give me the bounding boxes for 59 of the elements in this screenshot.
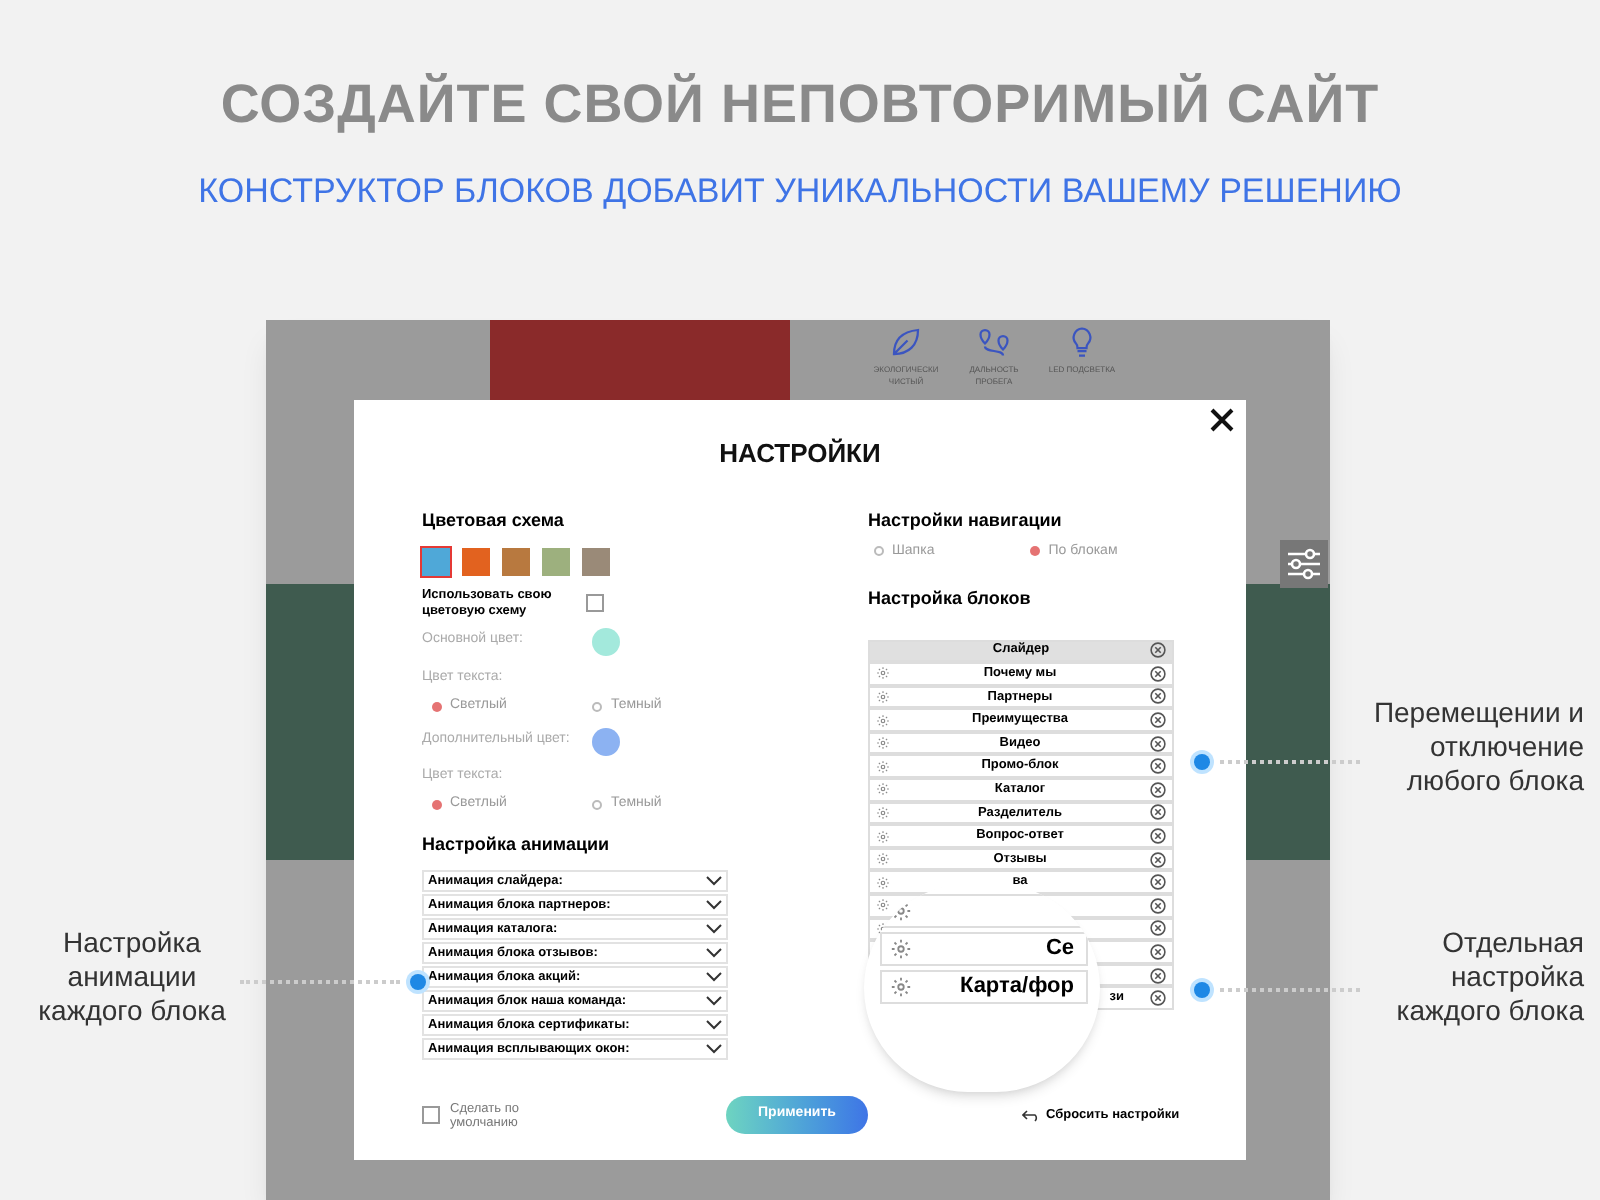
settings-sliders-icon[interactable]: [1280, 540, 1328, 588]
callout-text: Перемещении и отключение любого блока: [1371, 696, 1584, 798]
gear-icon[interactable]: [890, 937, 912, 959]
gear-icon[interactable]: [876, 736, 890, 751]
close-icon[interactable]: [1150, 920, 1166, 937]
section-heading: Настройка блоков: [868, 586, 1033, 612]
color-swatch[interactable]: [582, 547, 610, 575]
close-icon[interactable]: [1150, 735, 1166, 752]
block-row[interactable]: Карта/фор: [880, 969, 1088, 1003]
color-swatch[interactable]: [502, 547, 530, 575]
close-icon[interactable]: [1149, 758, 1166, 775]
block-label: Карта/фор: [959, 973, 1074, 999]
callout-text: Отдельная настройка каждого блока: [1394, 926, 1584, 1028]
leader-line: [1220, 988, 1360, 992]
subheadline: КОНСТРУКТОР БЛОКОВ ДОБАВИТ УНИКАЛЬНОСТИ ВАШЕМУ РЕШЕНИЮ: [198, 169, 1402, 213]
close-icon[interactable]: [1149, 851, 1166, 868]
close-icon[interactable]: [1149, 688, 1166, 705]
close-icon[interactable]: [1149, 665, 1166, 682]
section-heading: Цветовая схема: [422, 508, 566, 534]
gear-icon[interactable]: [876, 689, 890, 704]
undo-icon: [1022, 1109, 1040, 1121]
gear-icon[interactable]: [876, 666, 890, 681]
section-heading: Настройка анимации: [422, 831, 612, 858]
gear-icon[interactable]: [876, 875, 890, 890]
block-row[interactable]: Се: [880, 931, 1088, 965]
close-icon[interactable]: [1150, 874, 1166, 891]
close-icon[interactable]: [1150, 897, 1166, 914]
close-icon[interactable]: [1150, 712, 1166, 729]
gear-icon[interactable]: [876, 898, 890, 913]
gear-icon[interactable]: [876, 713, 890, 728]
close-icon[interactable]: [1150, 781, 1166, 798]
gear-icon[interactable]: [876, 782, 890, 797]
gear-icon[interactable]: [890, 975, 912, 997]
gear-icon[interactable]: [876, 759, 890, 774]
close-icon[interactable]: [1150, 642, 1166, 659]
block-label: Се: [1045, 935, 1074, 961]
close-icon[interactable]: [1150, 990, 1166, 1007]
close-icon[interactable]: [1150, 804, 1166, 821]
close-icon: [1210, 408, 1234, 432]
gear-icon[interactable]: [876, 805, 890, 820]
checkbox[interactable]: [422, 1106, 440, 1124]
callout-text: Настройка анимации каждого блока: [36, 926, 228, 1028]
color-swatch[interactable]: [422, 547, 450, 575]
gear-icon[interactable]: [890, 899, 912, 921]
section-heading: Настройки навигации: [868, 508, 1064, 534]
gear-icon[interactable]: [876, 852, 890, 867]
close-button[interactable]: [1210, 408, 1234, 432]
route-icon: [976, 324, 1012, 360]
leaf-icon: [888, 324, 924, 360]
leader-line: [1220, 760, 1360, 764]
checkbox[interactable]: [586, 594, 604, 612]
headline: СОЗДАЙТЕ СВОЙ НЕПОВТОРИМЫЙ САЙТ: [220, 71, 1380, 138]
close-icon[interactable]: [1150, 828, 1166, 845]
close-icon[interactable]: [1150, 967, 1166, 984]
gear-icon[interactable]: [876, 829, 890, 844]
close-icon[interactable]: [1150, 944, 1166, 961]
dialog-title: НАСТРОЙКИ: [719, 436, 881, 473]
color-swatch[interactable]: [462, 547, 490, 575]
color-swatch[interactable]: [542, 547, 570, 575]
